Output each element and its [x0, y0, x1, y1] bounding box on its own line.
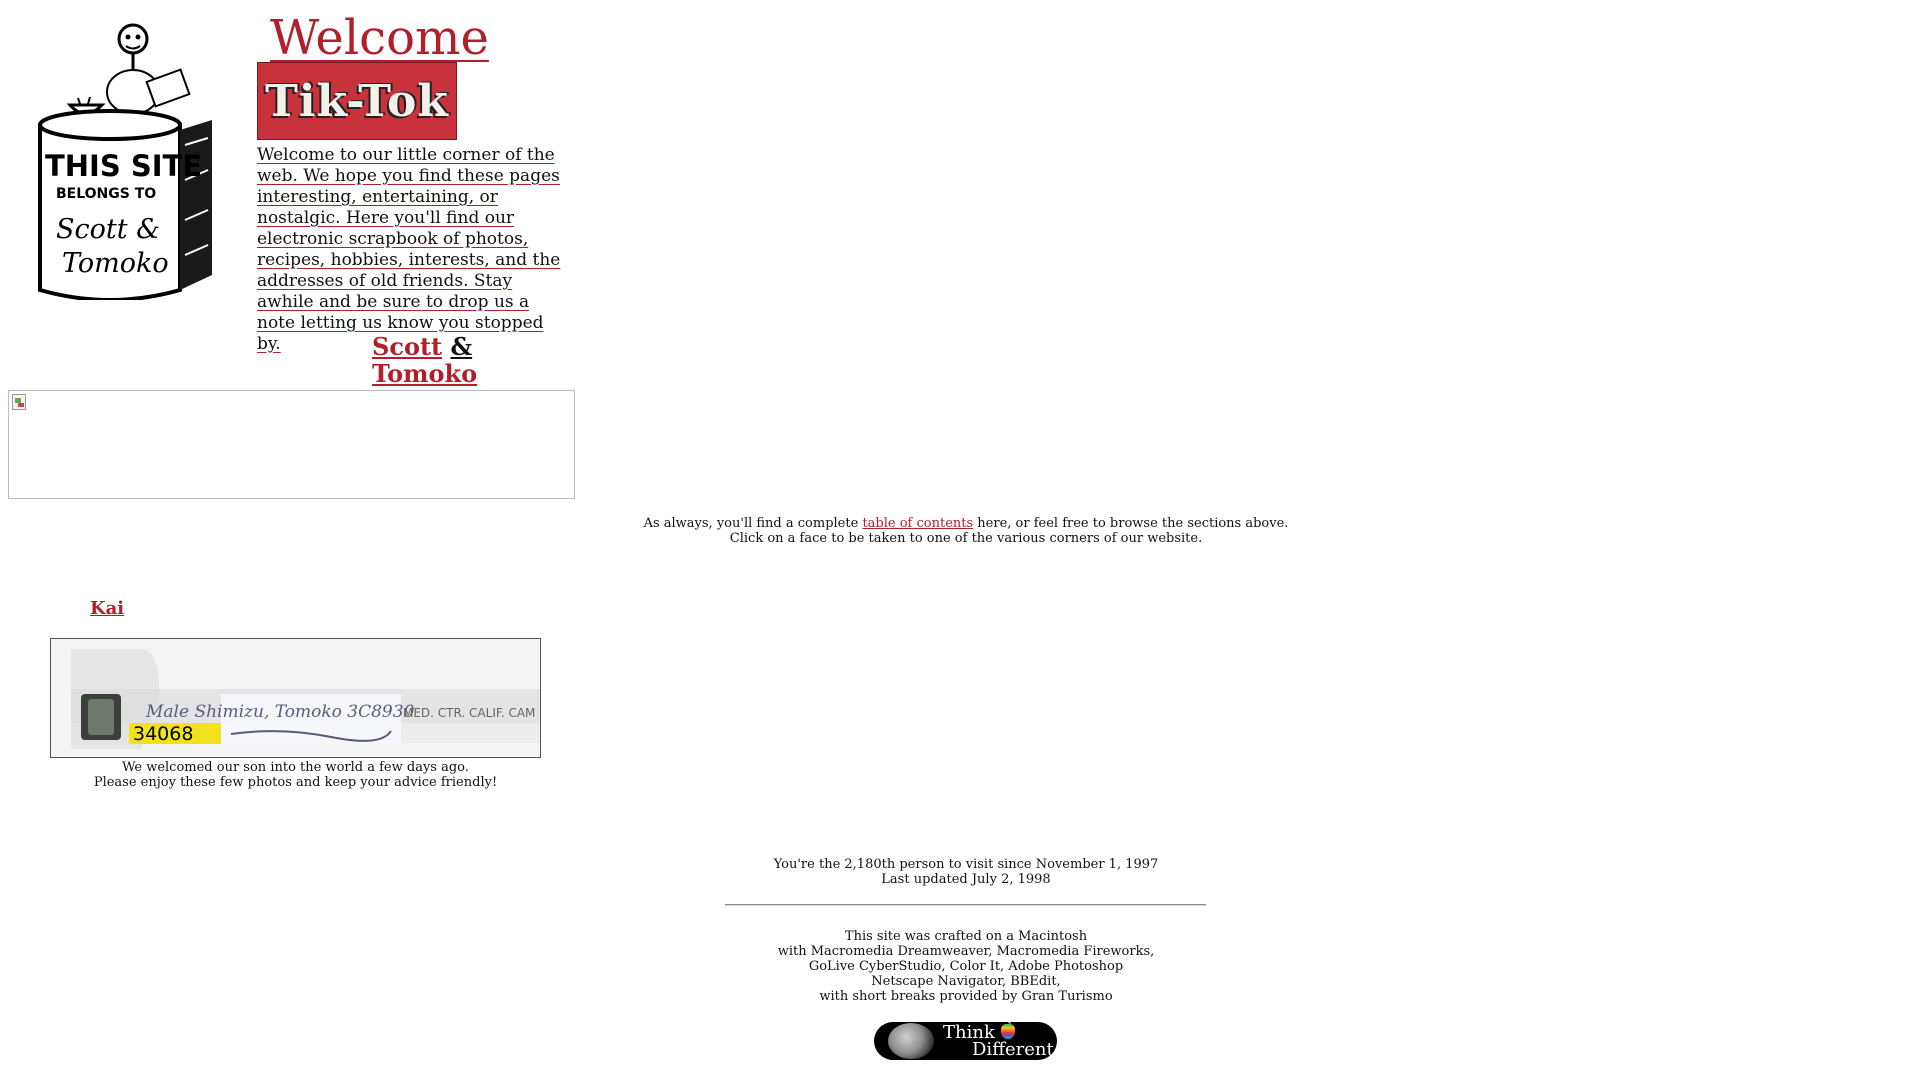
bracelet-name: Male Shimizu, Tomoko 3C8930	[145, 702, 415, 722]
toc-line2: Click on a face to be taken to one of th…	[729, 531, 1203, 546]
intro-paragraph[interactable]: Welcome to our little corner of the web.…	[257, 145, 569, 355]
signature: Scott & Tomoko	[372, 333, 477, 387]
ampersand: &	[450, 332, 473, 361]
table-of-contents-link[interactable]: table of contents	[862, 516, 973, 531]
broken-image-icon	[12, 394, 26, 410]
page-title: Welcome	[270, 10, 489, 66]
toc-before: As always, you'll find a complete	[643, 516, 863, 531]
tiktok-banner[interactable]: Tik-Tok	[257, 62, 457, 140]
kai-link[interactable]: Kai	[90, 598, 124, 619]
credit-line: Netscape Navigator, BBEdit,	[871, 974, 1061, 989]
kai-caption: We welcomed our son into the world a few…	[50, 760, 541, 790]
credits: This site was crafted on a Macintosh wit…	[600, 929, 1332, 1004]
bracelet-hospital: MED. CTR. CALIF. CAM	[403, 706, 535, 720]
scott-link[interactable]: Scott	[372, 332, 442, 361]
portrait-icon	[888, 1023, 934, 1059]
kai-caption-line2: Please enjoy these few photos and keep y…	[93, 775, 498, 790]
footer-divider	[725, 904, 1206, 906]
hospital-bracelet-photo[interactable]: 34068 Male Shimizu, Tomoko 3C8930 MED. C…	[50, 638, 541, 758]
bracelet-illustration: 34068 Male Shimizu, Tomoko 3C8930 MED. C…	[51, 639, 540, 757]
think-different-badge[interactable]: Think Different	[874, 1022, 1057, 1060]
credit-line: with Macromedia Dreamweaver, Macromedia …	[777, 944, 1155, 959]
logo-line2: BELONGS TO	[56, 186, 156, 202]
credit-line: with short breaks provided by Gran Turis…	[819, 989, 1113, 1004]
bracelet-number: 34068	[133, 723, 193, 745]
kai-caption-line1: We welcomed our son into the world a few…	[122, 760, 469, 775]
logo-line1: THIS SITE	[45, 149, 202, 183]
broken-image[interactable]	[8, 390, 575, 499]
badge-line2: Different	[972, 1039, 1054, 1060]
credit-line: This site was crafted on a Macintosh	[844, 929, 1088, 944]
logo-illustration: THIS SITE BELONGS TO Scott & Tomoko	[38, 23, 212, 300]
toc-after: here, or feel free to browse the section…	[973, 516, 1289, 531]
logo-line3: Scott &	[56, 214, 160, 245]
last-updated: Last updated July 2, 1998	[881, 872, 1051, 887]
visitor-counter: You're the 2,180th person to visit since…	[600, 857, 1332, 887]
tiktok-banner-text: Tik-Tok	[265, 75, 449, 127]
credit-line: GoLive CyberStudio, Color It, Adobe Phot…	[808, 959, 1124, 974]
tomoko-link[interactable]: Tomoko	[372, 359, 477, 388]
page: THIS SITE BELONGS TO Scott & Tomoko Welc…	[0, 0, 1920, 1080]
visitor-count: You're the 2,180th person to visit since…	[773, 857, 1159, 872]
logo-line4: Tomoko	[62, 248, 169, 279]
apple-logo-icon	[1001, 1022, 1015, 1039]
toc-text: As always, you'll find a complete table …	[600, 516, 1332, 546]
site-logo[interactable]: THIS SITE BELONGS TO Scott & Tomoko	[30, 20, 230, 300]
